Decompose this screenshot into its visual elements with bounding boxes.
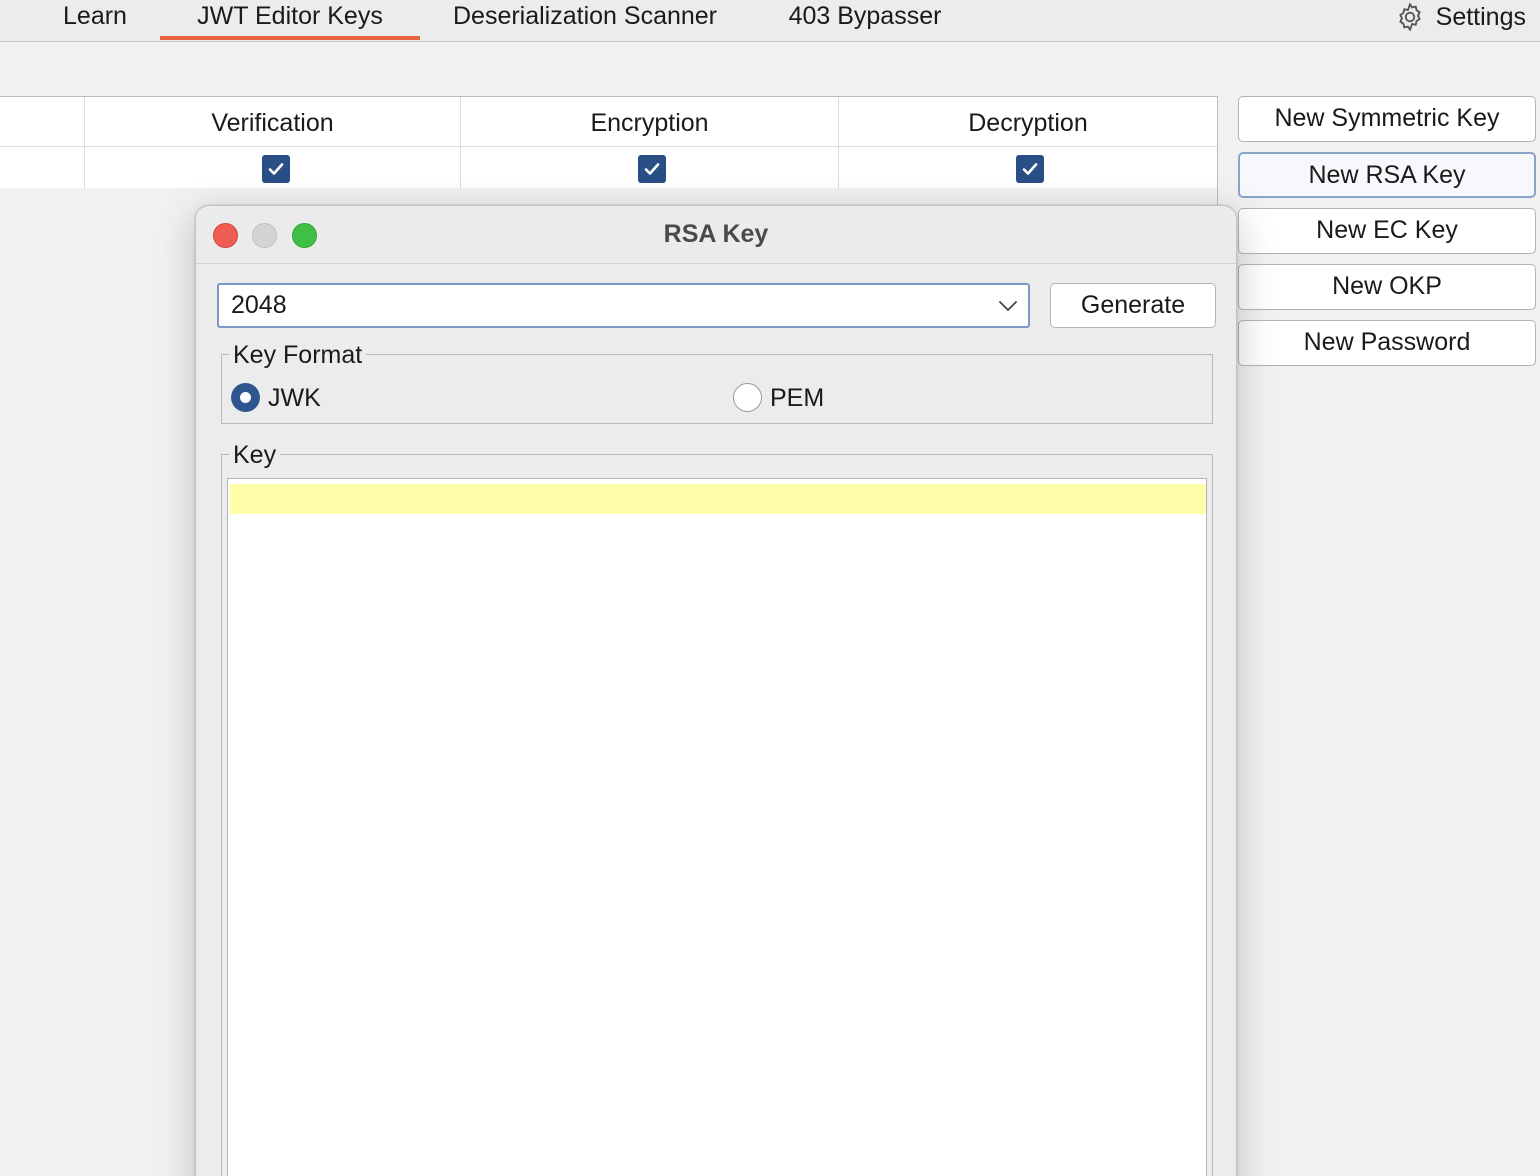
settings-label: Settings bbox=[1435, 3, 1526, 31]
gear-icon bbox=[1398, 2, 1421, 32]
minimize-window-button[interactable] bbox=[252, 223, 277, 248]
checkmark-icon bbox=[268, 163, 284, 175]
column-header-blank bbox=[0, 97, 84, 147]
new-rsa-key-button[interactable]: New RSA Key bbox=[1238, 152, 1536, 198]
jwk-radio-label[interactable]: JWK bbox=[268, 383, 321, 413]
dialog-title: RSA Key bbox=[663, 220, 769, 248]
new-ec-key-button[interactable]: New EC Key bbox=[1238, 208, 1536, 254]
maximize-window-button[interactable] bbox=[292, 223, 317, 248]
tab-learn[interactable]: Learn bbox=[40, 0, 150, 40]
new-symmetric-key-button[interactable]: New Symmetric Key bbox=[1238, 96, 1536, 142]
keys-table: Verification Encryption Decryption bbox=[0, 96, 1218, 189]
encryption-checkbox[interactable] bbox=[638, 155, 666, 183]
checkmark-icon bbox=[644, 163, 660, 175]
key-size-select[interactable]: 2048 bbox=[217, 283, 1030, 328]
checkmark-icon bbox=[1022, 163, 1038, 175]
key-editor[interactable] bbox=[227, 478, 1207, 1176]
current-line-highlight bbox=[230, 484, 1206, 514]
dialog-titlebar[interactable]: RSA Key bbox=[196, 206, 1236, 264]
key-format-legend: Key Format bbox=[229, 340, 367, 370]
jwk-radio[interactable] bbox=[231, 383, 260, 412]
generate-button[interactable]: Generate bbox=[1050, 283, 1216, 328]
key-size-value: 2048 bbox=[231, 291, 287, 319]
key-legend: Key bbox=[229, 440, 281, 470]
column-header-encryption[interactable]: Encryption bbox=[461, 97, 838, 147]
verification-checkbox[interactable] bbox=[262, 155, 290, 183]
tab-403-bypasser[interactable]: 403 Bypasser bbox=[760, 0, 970, 40]
settings-button[interactable]: Settings bbox=[1394, 0, 1526, 40]
key-format-group bbox=[221, 354, 1213, 424]
new-okp-button[interactable]: New OKP bbox=[1238, 264, 1536, 310]
column-header-verification[interactable]: Verification bbox=[85, 97, 460, 147]
chevron-down-icon bbox=[999, 301, 1017, 311]
tab-bar: Learn JWT Editor Keys Deserialization Sc… bbox=[0, 0, 1540, 42]
new-password-button[interactable]: New Password bbox=[1238, 320, 1536, 366]
column-header-decryption[interactable]: Decryption bbox=[839, 97, 1217, 147]
rsa-key-dialog: RSA Key 2048 Generate Key Format JWK PEM… bbox=[195, 205, 1237, 1176]
pem-radio[interactable] bbox=[733, 383, 762, 412]
close-window-button[interactable] bbox=[213, 223, 238, 248]
pem-radio-label[interactable]: PEM bbox=[770, 383, 824, 413]
tab-jwt-editor-keys[interactable]: JWT Editor Keys bbox=[160, 0, 420, 40]
tab-deserialization-scanner[interactable]: Deserialization Scanner bbox=[430, 0, 740, 40]
decryption-checkbox[interactable] bbox=[1016, 155, 1044, 183]
